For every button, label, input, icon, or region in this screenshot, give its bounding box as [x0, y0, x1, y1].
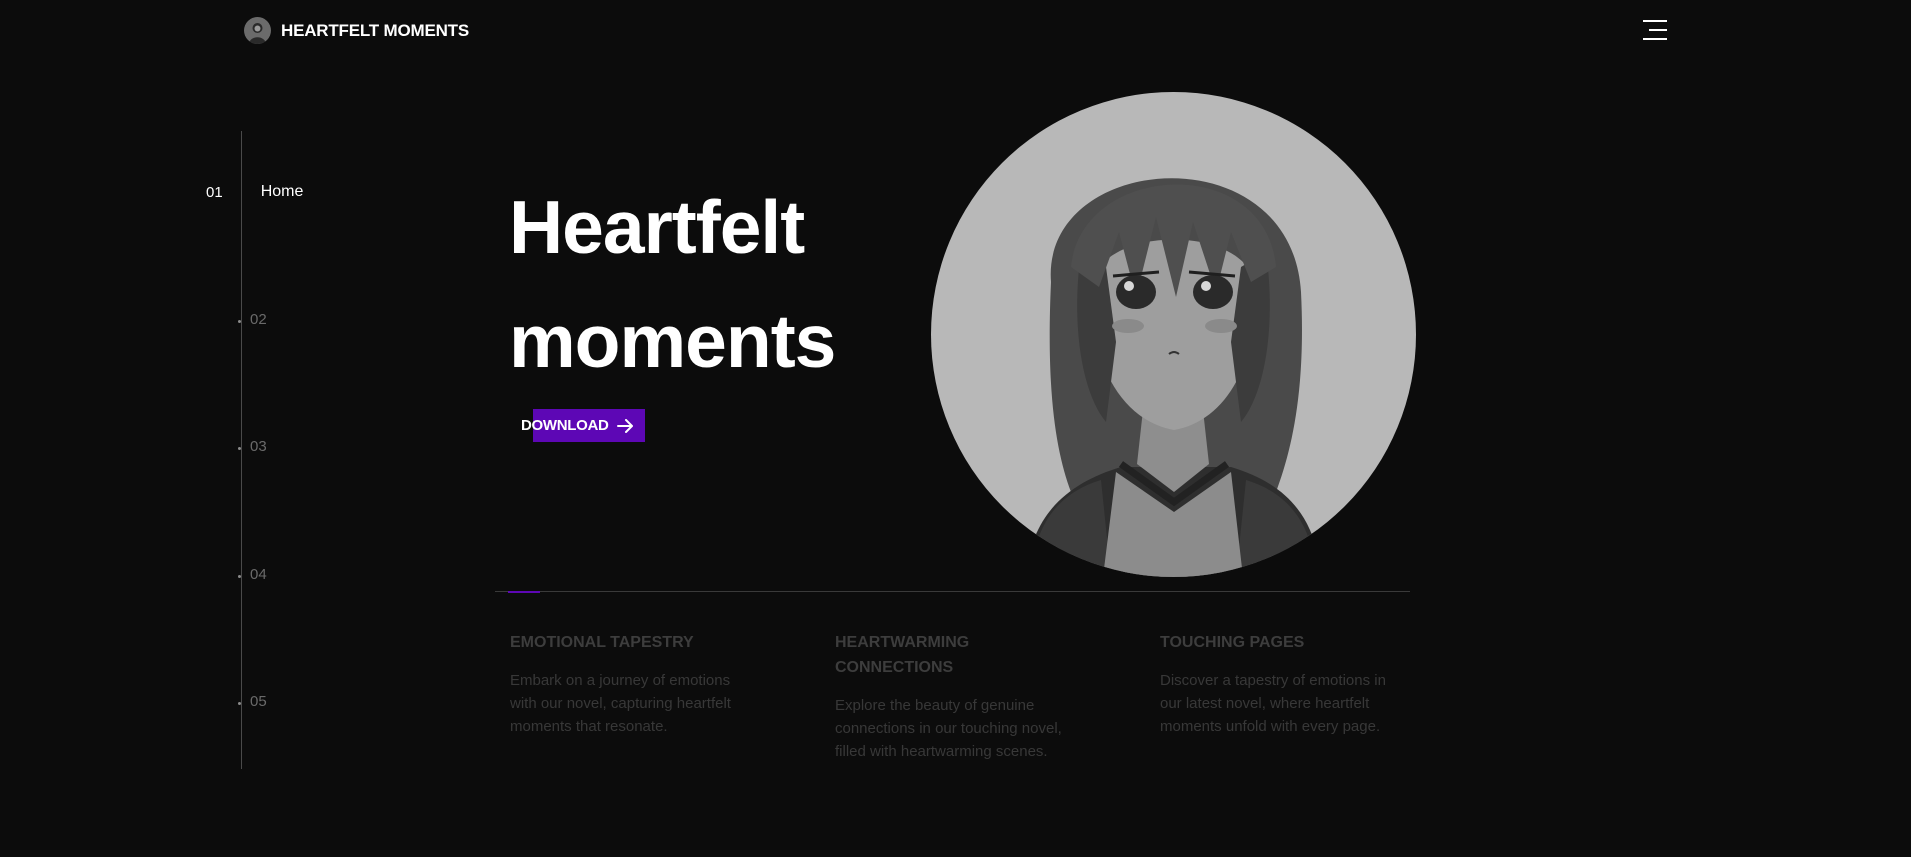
nav-item-05[interactable]: 05 [238, 693, 267, 710]
avatar-logo-icon [244, 17, 271, 44]
hamburger-menu-icon[interactable] [1643, 20, 1667, 40]
feature-title: TOUCHING PAGES [1160, 634, 1305, 651]
feature-emotional-tapestry: EMOTIONAL TAPESTRY Embark on a journey o… [510, 630, 755, 738]
nav-item-number: 01 [206, 183, 223, 201]
nav-dot [238, 575, 241, 578]
divider-accent [508, 591, 540, 593]
section-divider [495, 591, 1410, 592]
feature-text: Embark on a journey of emotions with our… [510, 672, 731, 735]
nav-dot [238, 447, 241, 450]
anime-girl-portrait [931, 92, 1416, 577]
feature-text: Explore the beauty of genuine connection… [835, 697, 1062, 760]
nav-item-number: 02 [250, 311, 267, 328]
nav-item-number: 03 [250, 438, 267, 455]
nav-item-04[interactable]: 04 [238, 566, 267, 583]
feature-title: HEARTWARMING CONNECTIONS [835, 634, 970, 676]
feature-title: EMOTIONAL TAPESTRY [510, 634, 694, 651]
download-button[interactable]: DOWNLOAD [521, 409, 645, 442]
brand[interactable]: HEARTFELT MOMENTS [244, 17, 469, 44]
nav-item-label: Home [260, 183, 304, 200]
nav-item-03[interactable]: 03 [238, 438, 267, 455]
hero-title-line-1: Heartfelt [509, 185, 805, 269]
arrow-right-icon [616, 418, 633, 433]
hero-title: Heartfelt moments [509, 170, 836, 398]
nav-dot [238, 320, 241, 323]
nav-item-number: 04 [250, 566, 267, 583]
nav-item-02[interactable]: 02 [238, 311, 267, 328]
nav-item-01[interactable]: 01 Home [206, 183, 303, 201]
brand-name: HEARTFELT MOMENTS [281, 20, 469, 40]
feature-heartwarming-connections: HEARTWARMING CONNECTIONS Explore the bea… [835, 630, 1080, 763]
feature-text: Discover a tapestry of emotions in our l… [1160, 672, 1386, 735]
feature-touching-pages: TOUCHING PAGES Discover a tapestry of em… [1160, 630, 1405, 738]
nav-item-number: 05 [250, 693, 267, 710]
hero-title-line-2: moments [509, 299, 836, 383]
download-label: DOWNLOAD [521, 417, 609, 434]
nav-dot [238, 702, 241, 705]
